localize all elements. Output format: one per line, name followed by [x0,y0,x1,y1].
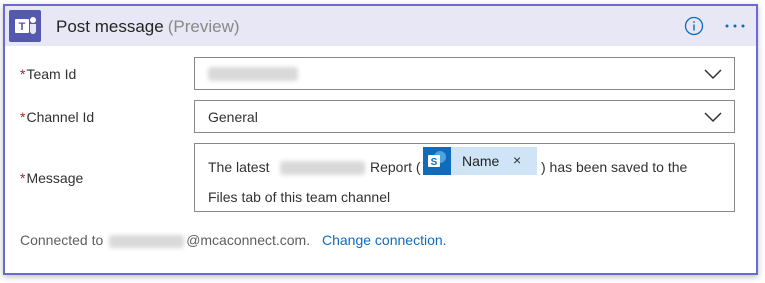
token-remove-icon[interactable]: × [513,152,521,168]
chevron-down-icon[interactable] [703,66,723,82]
message-label: *Message [20,170,83,186]
required-marker: * [20,109,26,125]
channel-id-value: General [208,109,258,125]
message-text-after: ) has been saved to the [541,159,688,175]
action-name: Post message [56,17,164,36]
teams-app-icon: T [9,10,41,42]
redacted-team-name [208,67,298,81]
message-text-mid: Report ( [370,159,421,175]
required-marker: * [20,66,26,82]
sharepoint-icon: S [423,147,451,175]
redacted-report-name [280,161,365,175]
message-line-2: Files tab of this team channel [208,189,391,205]
message-label-text: Message [26,170,84,186]
post-message-action-card: T Post message (Preview) *Team Id *Chann… [3,4,758,275]
team-id-dropdown[interactable] [194,57,735,90]
connected-domain: @mcaconnect.com. [186,232,311,248]
dynamic-content-token[interactable]: S Name × [423,147,537,175]
redacted-account-name [109,234,185,248]
channel-id-label-text: Channel Id [26,109,95,125]
preview-tag: (Preview) [167,17,240,36]
channel-id-dropdown[interactable]: General [194,100,735,133]
connection-footer: Connected to @mcaconnect.com. Change con… [20,232,447,248]
message-text-before: The latest [208,159,270,175]
chevron-down-icon[interactable] [703,109,723,125]
required-marker: * [20,170,26,186]
card-header[interactable]: T Post message (Preview) [5,6,756,46]
svg-text:T: T [19,21,26,33]
svg-text:S: S [431,157,438,168]
channel-id-label: *Channel Id [20,109,94,125]
team-id-label-text: Team Id [26,66,77,82]
message-input[interactable]: The latest Report ( S Name × ) has been … [194,143,735,212]
token-label: Name [462,153,500,169]
info-icon[interactable] [684,16,704,36]
connected-prefix: Connected to [20,232,104,248]
card-title: Post message (Preview) [56,17,240,37]
team-id-label: *Team Id [20,66,76,82]
change-connection-link[interactable]: Change connection. [322,232,447,248]
more-options-icon[interactable] [723,16,747,36]
